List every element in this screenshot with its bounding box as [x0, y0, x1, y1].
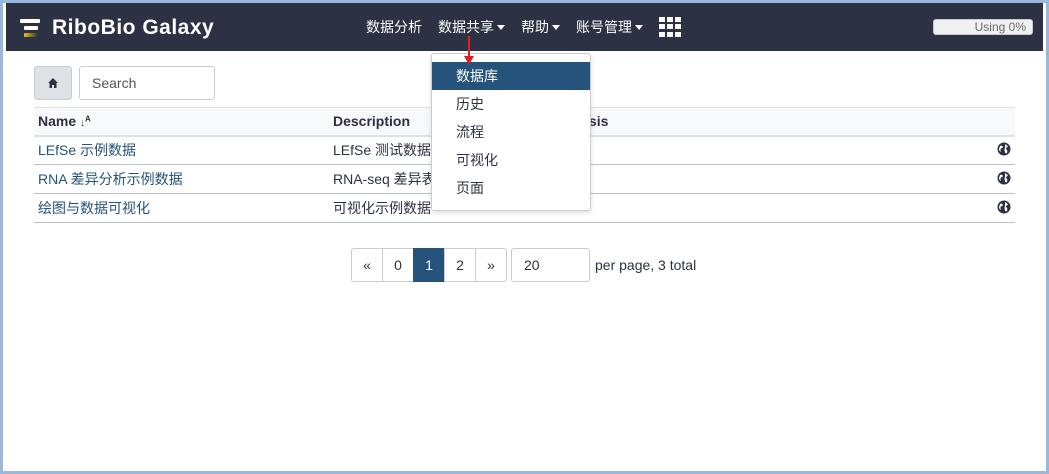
row-name-link[interactable]: LEfSe 示例数据	[38, 142, 136, 158]
annotation-arrow-icon	[464, 36, 474, 65]
nav-label: 帮助	[521, 19, 549, 35]
pager-page-1[interactable]: 1	[413, 248, 445, 282]
menu-item-visualizations[interactable]: 可视化	[432, 146, 590, 174]
globe-icon	[997, 171, 1011, 184]
quota-meter[interactable]: Using 0%	[933, 19, 1033, 35]
home-icon	[48, 78, 58, 88]
nav-item-help[interactable]: 帮助	[521, 17, 560, 37]
nav-label: 账号管理	[576, 19, 632, 35]
nav-label: 数据共享	[438, 19, 494, 35]
pager-prev-button[interactable]: «	[351, 248, 383, 282]
pager-next-button[interactable]: »	[475, 248, 507, 282]
column-header-name[interactable]: Name ↓A	[34, 108, 329, 136]
galaxy-logo-icon	[20, 17, 42, 39]
apps-grid-icon[interactable]	[659, 17, 683, 37]
row-name-link[interactable]: 绘图与数据可视化	[38, 200, 150, 216]
brand-title: RiboBio Galaxy	[52, 16, 215, 39]
masthead: RiboBio Galaxy 数据分析 数据共享 帮助 账号管理 Using 0…	[6, 3, 1043, 51]
pager-summary: per page, 3 total	[595, 257, 697, 273]
pager-page-0[interactable]: 0	[382, 248, 414, 282]
caret-down-icon	[635, 24, 643, 30]
row-name-link[interactable]: RNA 差异分析示例数据	[38, 171, 183, 187]
per-page-input[interactable]: 20	[511, 248, 590, 282]
search-input[interactable]	[79, 66, 215, 100]
pagination: « 0 1 2 » 20 per page, 3 total	[351, 248, 696, 282]
menu-item-datasets[interactable]: 数据库	[432, 62, 590, 90]
globe-icon	[997, 200, 1011, 213]
nav-item-shared-data[interactable]: 数据共享	[438, 17, 505, 37]
caret-down-icon	[497, 24, 505, 30]
nav-item-analysis[interactable]: 数据分析	[366, 17, 422, 37]
menu-item-pages[interactable]: 页面	[432, 174, 590, 202]
caret-down-icon	[552, 24, 560, 30]
main-nav: 数据分析 数据共享 帮助 账号管理	[366, 3, 683, 51]
globe-icon	[997, 142, 1011, 156]
nav-label: 数据分析	[366, 19, 422, 35]
menu-item-histories[interactable]: 历史	[432, 90, 590, 118]
nav-item-account[interactable]: 账号管理	[576, 17, 643, 37]
home-button[interactable]	[34, 66, 72, 100]
menu-item-workflows[interactable]: 流程	[432, 118, 590, 146]
column-header-synopsis[interactable]: sis	[589, 108, 809, 136]
sort-alpha-icon: ↓A	[80, 114, 91, 130]
shared-data-dropdown-menu: 数据库 历史 流程 可视化 页面	[431, 53, 591, 211]
pager-page-2[interactable]: 2	[444, 248, 476, 282]
brand[interactable]: RiboBio Galaxy	[20, 15, 214, 41]
